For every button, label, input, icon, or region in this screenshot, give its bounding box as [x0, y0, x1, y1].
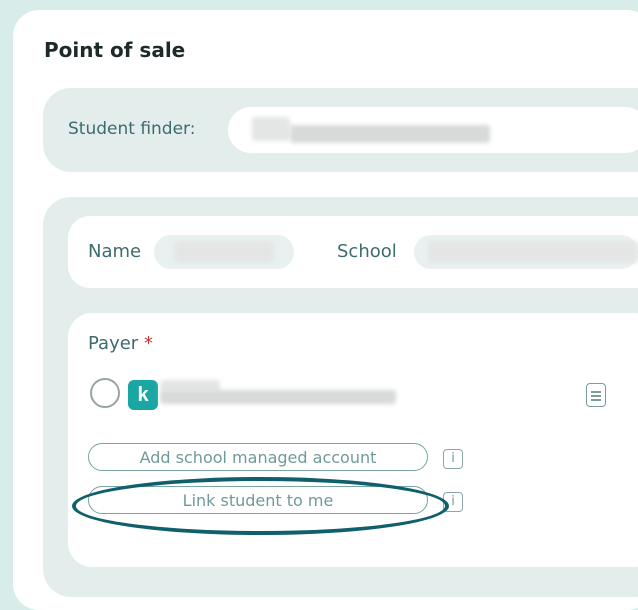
- add-school-managed-account-button[interactable]: Add school managed account: [88, 443, 428, 471]
- page-title: Point of sale: [44, 38, 186, 62]
- info-icon[interactable]: i: [443, 492, 463, 512]
- name-value: [154, 235, 294, 269]
- payer-card: [68, 313, 638, 567]
- school-redacted: [428, 241, 638, 263]
- student-finder-label: Student finder:: [68, 119, 196, 139]
- finder-redacted-value: [252, 117, 290, 141]
- required-asterisk: *: [143, 333, 153, 354]
- name-label: Name: [88, 241, 142, 262]
- payer-label: Payer *: [88, 333, 153, 354]
- payer-label-text: Payer: [88, 333, 139, 354]
- finder-redacted-value: [290, 125, 490, 143]
- name-redacted: [174, 241, 274, 263]
- k-logo-icon: k: [128, 380, 158, 410]
- info-icon[interactable]: i: [443, 449, 463, 469]
- school-label: School: [337, 241, 397, 262]
- document-icon[interactable]: [586, 383, 606, 407]
- payer-radio-button[interactable]: [90, 378, 120, 408]
- school-value: [414, 235, 638, 269]
- link-student-to-me-button[interactable]: Link student to me: [88, 486, 428, 514]
- payer-redacted: [160, 390, 396, 404]
- student-finder-input[interactable]: [228, 107, 638, 153]
